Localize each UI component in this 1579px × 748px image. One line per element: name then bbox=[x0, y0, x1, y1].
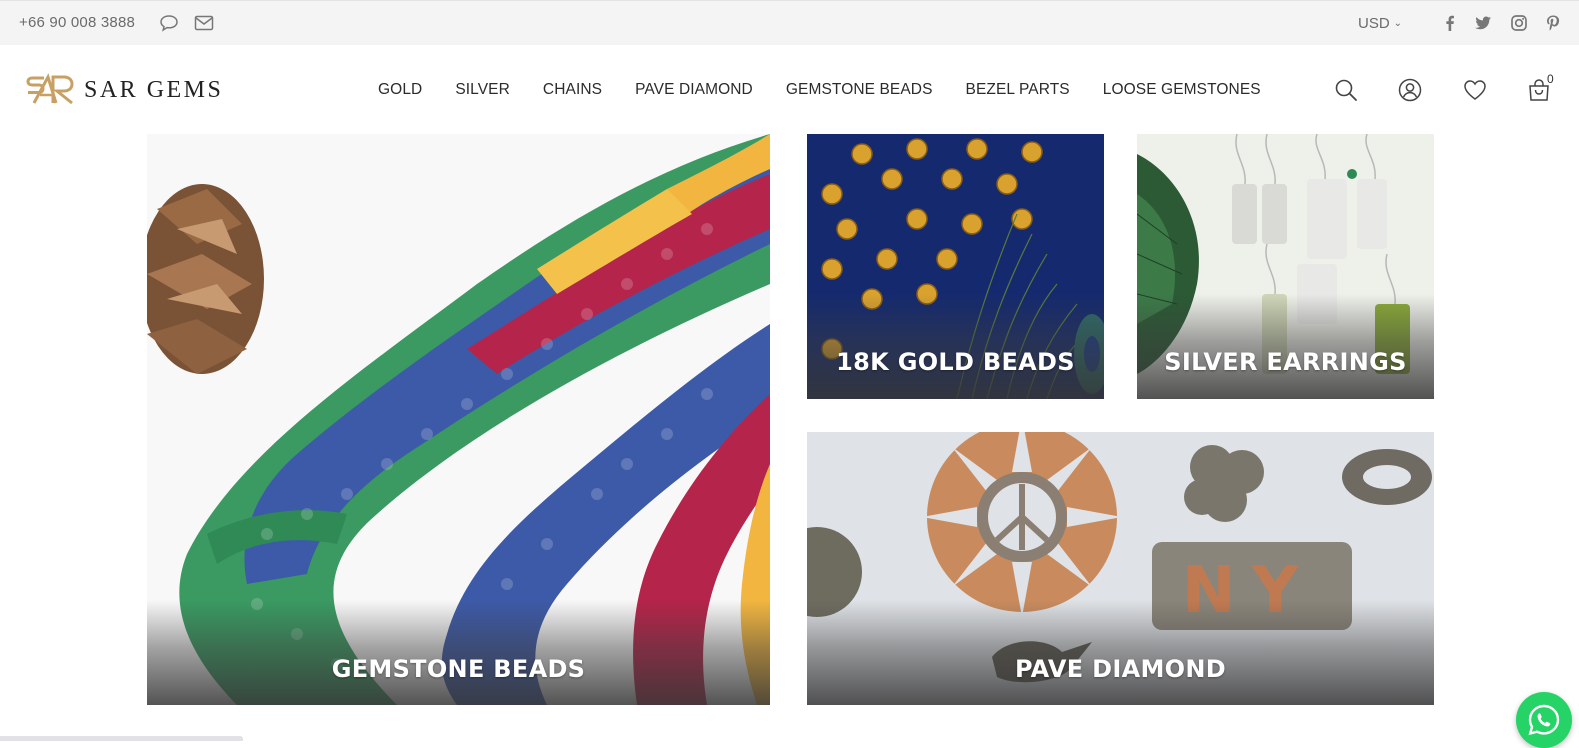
banner-gradient bbox=[1137, 294, 1434, 399]
whatsapp-chat-button[interactable] bbox=[1516, 692, 1572, 748]
nav-item-loose-gemstones[interactable]: LOOSE GEMSTONES bbox=[1103, 81, 1261, 99]
facebook-icon[interactable] bbox=[1441, 14, 1459, 32]
banner-gradient bbox=[807, 600, 1434, 705]
chat-icon[interactable] bbox=[159, 14, 179, 32]
sar-logo-mark bbox=[26, 73, 74, 105]
banner-silver-earrings[interactable]: SILVER EARRINGS bbox=[1137, 134, 1434, 399]
banner-title-gemstone-beads: GEMSTONE BEADS bbox=[331, 655, 586, 683]
mail-icon[interactable] bbox=[194, 15, 214, 31]
nav-item-pave-diamond[interactable]: PAVE DIAMOND bbox=[635, 81, 753, 99]
banner-title-18k-gold-beads: 18K GOLD BEADS bbox=[836, 348, 1075, 376]
instagram-icon[interactable] bbox=[1510, 14, 1528, 32]
phone-number[interactable]: +66 90 008 3888 bbox=[19, 14, 135, 31]
top-bar: +66 90 008 3888 USD ⌄ bbox=[0, 0, 1579, 45]
nav-item-gold[interactable]: GOLD bbox=[378, 81, 422, 99]
brand-name: SAR GEMS bbox=[84, 76, 224, 103]
cart-count-badge: 0 bbox=[1547, 72, 1554, 86]
horizontal-scrollbar[interactable] bbox=[0, 736, 243, 741]
twitter-icon[interactable] bbox=[1474, 14, 1492, 32]
chevron-down-icon: ⌄ bbox=[1393, 18, 1403, 29]
banner-gradient bbox=[147, 600, 770, 705]
search-icon[interactable] bbox=[1334, 78, 1358, 102]
nav-item-chains[interactable]: CHAINS bbox=[543, 81, 602, 99]
wishlist-heart-icon[interactable] bbox=[1463, 78, 1487, 102]
main-navigation: GOLD SILVER CHAINS PAVE DIAMOND GEMSTONE… bbox=[378, 81, 1294, 99]
pinterest-icon[interactable] bbox=[1544, 14, 1562, 32]
banner-gradient bbox=[807, 294, 1104, 399]
whatsapp-icon bbox=[1528, 704, 1560, 736]
banner-gemstone-beads[interactable]: GEMSTONE BEADS bbox=[147, 134, 770, 705]
banner-title-silver-earrings: SILVER EARRINGS bbox=[1164, 348, 1407, 376]
currency-selector[interactable]: USD ⌄ bbox=[1358, 15, 1402, 32]
account-icon[interactable] bbox=[1398, 78, 1422, 102]
nav-item-bezel-parts[interactable]: BEZEL PARTS bbox=[966, 81, 1070, 99]
main-header: SAR GEMS GOLD SILVER CHAINS PAVE DIAMOND… bbox=[0, 45, 1579, 133]
banner-18k-gold-beads[interactable]: 18K GOLD BEADS bbox=[807, 134, 1104, 399]
banner-title-pave-diamond: PAVE DIAMOND bbox=[1015, 655, 1226, 683]
nav-item-silver[interactable]: SILVER bbox=[455, 81, 510, 99]
banner-pave-diamond[interactable]: N Y PAVE DIAMOND bbox=[807, 432, 1434, 705]
currency-label: USD bbox=[1358, 15, 1390, 32]
site-logo[interactable]: SAR GEMS bbox=[26, 73, 223, 107]
nav-item-gemstone-beads[interactable]: GEMSTONE BEADS bbox=[786, 81, 933, 99]
